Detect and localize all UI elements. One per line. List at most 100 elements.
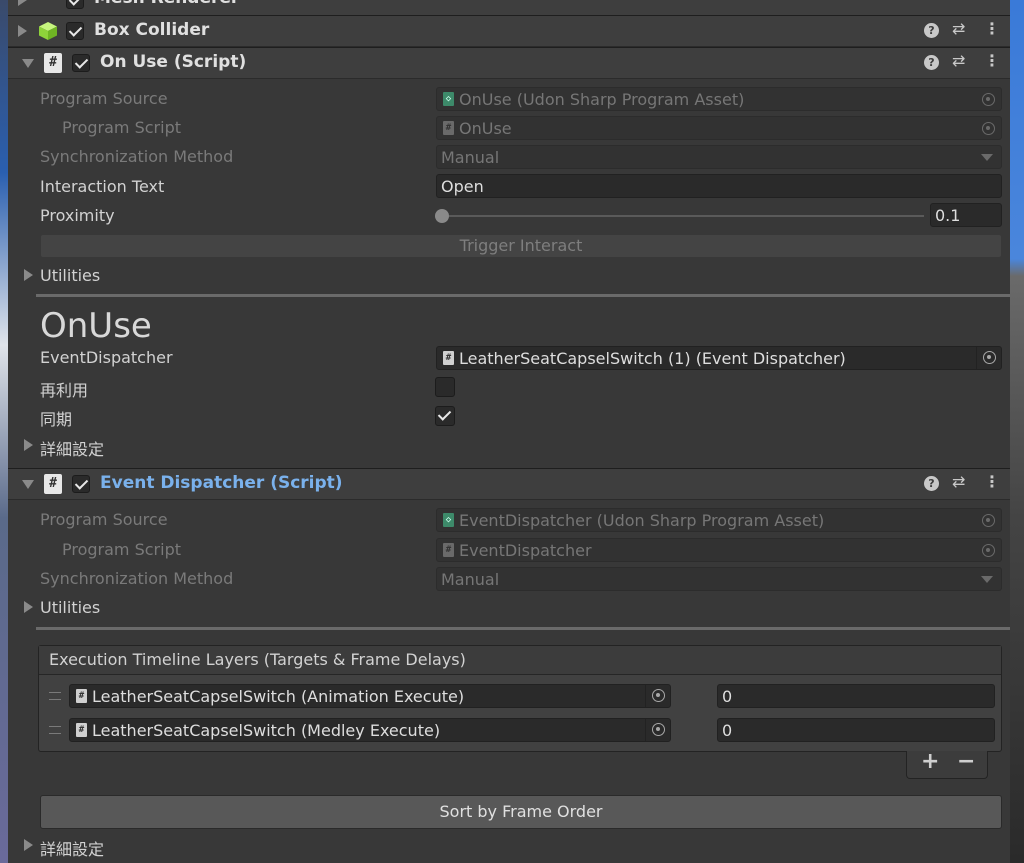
object-picker-icon — [982, 544, 995, 557]
layer-delay-input[interactable]: 0 — [717, 684, 995, 708]
execution-layers-list: Execution Timeline Layers (Targets & Fra… — [38, 645, 1002, 752]
program-source-field: ◇ EventDispatcher (Udon Sharp Program As… — [436, 508, 1002, 532]
program-script-field: # OnUse — [436, 116, 1002, 140]
interaction-text-value: Open — [441, 177, 484, 196]
sync-method-label: Synchronization Method — [40, 147, 234, 166]
mesh-renderer-header[interactable]: Mesh Renderer — [8, 0, 1010, 16]
sync-method-dropdown: Manual — [436, 567, 1002, 591]
script-heading: OnUse — [40, 306, 152, 346]
remove-layer-button[interactable]: − — [957, 749, 975, 774]
object-picker-icon — [983, 351, 996, 364]
event-dispatcher-field[interactable]: # LeatherSeatCapselSwitch (1) (Event Dis… — [436, 346, 1002, 370]
program-source-label: Program Source — [40, 89, 168, 108]
separator-line — [36, 627, 1010, 630]
inspector-panel: Mesh Renderer Box Collider ? ⇄ ⋮ # On Us… — [8, 0, 1010, 863]
scene-view-right-edge — [1010, 0, 1024, 863]
event-dispatcher-enabled-checkbox[interactable] — [72, 475, 90, 493]
utilities-foldout[interactable]: Utilities — [40, 266, 100, 285]
preset-sliders-icon[interactable]: ⇄ — [952, 472, 965, 491]
program-script-value: EventDispatcher — [459, 541, 592, 560]
layer-delay-value: 0 — [722, 721, 733, 740]
advanced-settings-foldout[interactable]: 詳細設定 — [40, 436, 104, 460]
utilities-foldout-icon[interactable] — [24, 269, 33, 281]
box-collider-enabled-checkbox[interactable] — [66, 22, 84, 40]
program-source-label: Program Source — [40, 510, 168, 529]
on-use-script-header[interactable]: # On Use (Script) ? ⇄ ⋮ — [8, 47, 1010, 79]
event-dispatcher-label: EventDispatcher — [40, 348, 173, 367]
layer-delay-input[interactable]: 0 — [717, 718, 995, 742]
foldout-expanded-icon[interactable] — [22, 59, 34, 68]
list-add-remove-footer: + − — [906, 749, 988, 779]
script-hash-icon: # — [76, 689, 87, 703]
foldout-collapsed-icon[interactable] — [18, 25, 27, 37]
on-use-enabled-checkbox[interactable] — [72, 54, 90, 72]
drag-handle-icon[interactable] — [49, 692, 61, 700]
proximity-value-input[interactable]: 0.1 — [930, 203, 1002, 227]
help-icon[interactable]: ? — [924, 23, 939, 38]
context-menu-icon[interactable]: ⋮ — [984, 472, 1000, 491]
dropdown-arrow-icon — [981, 576, 993, 583]
layer-target-field[interactable]: # LeatherSeatCapselSwitch (Medley Execut… — [69, 718, 671, 742]
reuse-label: 再利用 — [40, 381, 89, 400]
preset-sliders-icon[interactable]: ⇄ — [952, 19, 965, 38]
proximity-slider-track[interactable] — [442, 215, 924, 217]
proximity-label: Proximity — [40, 206, 115, 225]
object-picker-icon — [982, 93, 995, 106]
preset-sliders-icon[interactable]: ⇄ — [952, 51, 965, 70]
reuse-checkbox[interactable] — [435, 377, 455, 397]
event-dispatcher-script-header[interactable]: # Event Dispatcher (Script) ? ⇄ ⋮ — [8, 468, 1010, 500]
program-source-value: EventDispatcher (Udon Sharp Program Asse… — [459, 511, 825, 530]
program-source-value: OnUse (Udon Sharp Program Asset) — [459, 90, 745, 109]
sync-method-value: Manual — [441, 570, 500, 589]
foldout-expanded-icon[interactable] — [22, 480, 34, 489]
component-title: Box Collider — [94, 20, 210, 40]
program-script-label: Program Script — [62, 118, 181, 137]
program-script-label: Program Script — [62, 540, 181, 559]
drag-handle-icon[interactable] — [49, 726, 61, 734]
object-picker-icon — [982, 514, 995, 527]
sync-method-dropdown: Manual — [436, 145, 1002, 169]
advanced-foldout-icon[interactable] — [24, 839, 33, 851]
program-script-value: OnUse — [459, 119, 512, 138]
event-dispatcher-value: LeatherSeatCapselSwitch (1) (Event Dispa… — [459, 349, 846, 368]
trigger-interact-button[interactable]: Trigger Interact — [40, 234, 1002, 258]
layer-target-field[interactable]: # LeatherSeatCapselSwitch (Animation Exe… — [69, 684, 671, 708]
program-script-field: # EventDispatcher — [436, 538, 1002, 562]
object-picker-button[interactable] — [976, 347, 1001, 369]
utilities-foldout-icon[interactable] — [24, 601, 33, 613]
proximity-slider-thumb[interactable] — [435, 209, 449, 223]
component-title: Mesh Renderer — [94, 0, 239, 8]
program-asset-icon: ◇ — [443, 513, 454, 527]
list-header: Execution Timeline Layers (Targets & Fra… — [39, 646, 1001, 675]
utilities-foldout[interactable]: Utilities — [40, 598, 100, 617]
advanced-settings-foldout[interactable]: 詳細設定 — [40, 836, 104, 860]
object-picker-icon — [982, 122, 995, 135]
help-icon[interactable]: ? — [924, 476, 939, 491]
program-asset-icon: ◇ — [443, 92, 454, 106]
mesh-renderer-enabled-checkbox[interactable] — [66, 0, 84, 9]
object-picker-button[interactable] — [645, 685, 670, 707]
layer-delay-value: 0 — [722, 687, 733, 706]
sync-method-value: Manual — [441, 148, 500, 167]
help-icon[interactable]: ? — [924, 55, 939, 70]
add-layer-button[interactable]: + — [921, 749, 939, 774]
context-menu-icon[interactable]: ⋮ — [984, 19, 1000, 38]
object-picker-button[interactable] — [645, 719, 670, 741]
sync-checkbox[interactable] — [435, 406, 455, 426]
context-menu-icon[interactable]: ⋮ — [984, 51, 1000, 70]
interaction-text-input[interactable]: Open — [436, 174, 1002, 198]
script-hash-icon: # — [44, 474, 62, 494]
interaction-text-label: Interaction Text — [40, 177, 165, 196]
foldout-collapsed-icon[interactable] — [18, 0, 27, 6]
script-hash-icon: # — [443, 351, 454, 365]
layer-target-value: LeatherSeatCapselSwitch (Medley Execute) — [92, 721, 441, 740]
sync-label: 同期 — [40, 410, 73, 429]
script-hash-icon: # — [443, 121, 454, 135]
separator-line — [36, 294, 1010, 297]
sort-by-frame-order-button[interactable]: Sort by Frame Order — [40, 795, 1002, 829]
dropdown-arrow-icon — [981, 154, 993, 161]
box-collider-header[interactable]: Box Collider ? ⇄ ⋮ — [8, 15, 1010, 47]
list-header-title: Execution Timeline Layers (Targets & Fra… — [49, 650, 466, 669]
advanced-foldout-icon[interactable] — [24, 439, 33, 451]
object-picker-icon — [652, 689, 665, 702]
